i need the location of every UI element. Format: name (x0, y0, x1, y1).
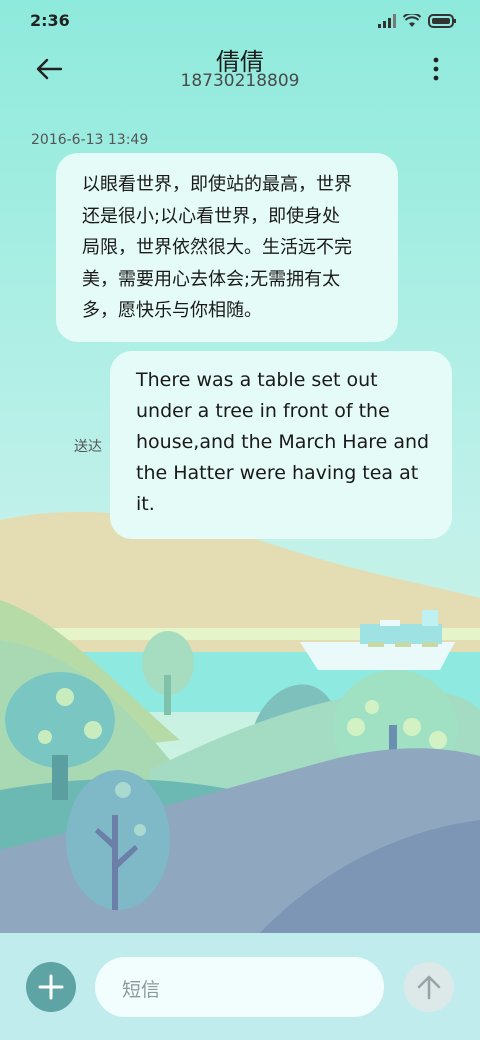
message-line: under a tree in front of the (136, 400, 390, 422)
message-line: it. (136, 493, 155, 515)
message-line: 多，愿快乐与你相随。 (82, 300, 262, 321)
status-icons (378, 12, 456, 30)
add-attachment-button[interactable] (26, 962, 76, 1012)
wifi-icon (403, 14, 421, 27)
message-line: There was a table set out (136, 369, 378, 391)
message-line: 美，需要用心去体会;无需拥有太 (82, 268, 341, 290)
message-line: 以眼看世界，即使站的最高，世界 (82, 174, 352, 195)
contact-phone: 18730218809 (180, 71, 300, 91)
battery-icon (428, 14, 456, 28)
message-line: the Hatter were having tea at (136, 462, 419, 484)
message-input[interactable]: 短信 (95, 957, 384, 1017)
plus-icon (38, 974, 64, 1000)
outgoing-message-bubble[interactable]: There was a table set out under a tree i… (110, 351, 452, 539)
message-line: 局限，世界依然很大。生活远不完 (82, 237, 352, 258)
message-line: house,and the March Hare and (136, 431, 430, 453)
more-vertical-icon[interactable] (428, 56, 444, 82)
incoming-message-bubble[interactable]: 以眼看世界，即使站的最高，世界 还是很小;以心看世界，即使身处 局限，世界依然很… (56, 153, 398, 342)
message-timestamp: 2016-6-13 13:49 (31, 132, 149, 148)
message-input-placeholder: 短信 (122, 979, 161, 1001)
delivery-status: 送达 (74, 439, 102, 455)
signal-icon (378, 14, 396, 28)
status-bar: 2:36 (0, 0, 480, 42)
status-time: 2:36 (30, 11, 70, 30)
send-button[interactable] (404, 962, 454, 1012)
send-arrow-icon (417, 975, 441, 1000)
conversation-header: 倩倩 18730218809 (0, 40, 480, 100)
message-line: 还是很小;以心看世界，即使身处 (82, 205, 341, 227)
